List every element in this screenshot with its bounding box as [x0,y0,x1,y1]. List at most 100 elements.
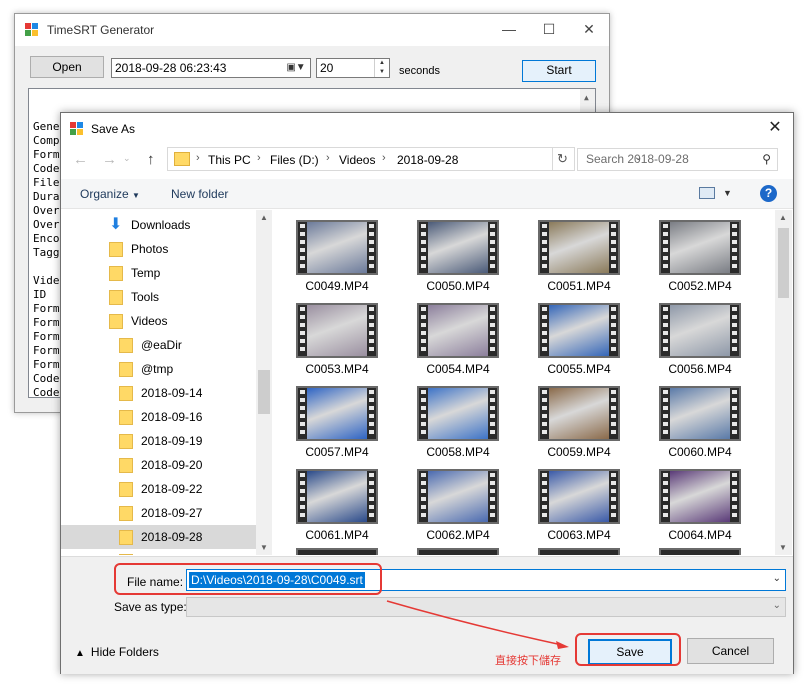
close-icon[interactable]: ✕ [569,14,609,44]
file-item[interactable]: C0049.MP4 [275,212,385,293]
nav-item-2018-09-28[interactable]: 2018-09-28 [61,525,256,549]
chevron-right-icon[interactable]: › [196,152,200,164]
nav-item-temp[interactable]: Temp [61,261,256,285]
back-arrow-icon[interactable]: ← [73,151,88,168]
file-item[interactable]: C0058.MP4 [396,378,506,459]
file-name: C0055.MP4 [547,362,611,376]
address-bar[interactable]: › This PC › Files (D:) › Videos › 2018-0… [167,147,642,171]
nav-item-label: Tools [131,290,160,304]
maximize-icon[interactable]: ☐ [529,14,569,44]
chevron-right-icon[interactable]: › [382,152,386,164]
scroll-up-icon[interactable]: ▲ [584,91,589,105]
nav-item-2018-09-19[interactable]: 2018-09-19 [61,429,256,453]
folder-icon [174,152,190,166]
start-button[interactable]: Start [522,60,596,82]
file-item[interactable]: C0057.MP4 [275,378,385,459]
change-view-icon[interactable] [699,187,715,199]
file-item[interactable]: C0060.MP4 [638,378,748,459]
recent-locations-icon[interactable]: ⌄ [123,153,131,164]
file-name: C0057.MP4 [305,445,369,459]
video-thumbnail-icon [296,548,378,555]
nav-scroll-thumb[interactable] [258,370,270,414]
nav-item-2018-09-22[interactable]: 2018-09-22 [61,477,256,501]
view-dropdown-icon[interactable]: ▼ [723,188,732,198]
file-item[interactable]: C0052.MP4 [638,212,748,293]
title-bar: TimeSRT Generator — ☐ ✕ [15,14,609,46]
refresh-icon[interactable]: ↻ [551,147,575,171]
file-item[interactable]: C0053.MP4 [275,295,385,376]
search-icon[interactable]: ⚲ [762,149,771,170]
nav-item-eadir[interactable]: @eaDir [61,333,256,357]
file-list[interactable]: C0049.MP4 C0050.MP4 C0051.MP4 C0052.MP4 C005… [273,210,793,555]
file-name: C0049.MP4 [305,279,369,293]
file-scrollbar[interactable]: ▲ ▼ [775,210,792,555]
nav-item-2018-09-27[interactable]: 2018-09-27 [61,501,256,525]
breadcrumb-2018-09-28[interactable]: 2018-09-28 [397,153,458,167]
chevron-right-icon[interactable]: › [257,152,261,164]
video-thumbnail-icon [659,548,741,555]
video-thumbnail-icon [659,220,741,275]
scroll-down-icon[interactable]: ▼ [260,543,268,552]
breadcrumb-videos[interactable]: Videos [339,153,375,167]
file-item[interactable]: C0050.MP4 [396,212,506,293]
video-thumbnail-icon [296,220,378,275]
nav-item-downloads[interactable]: ⬇ Downloads [61,213,256,237]
video-thumbnail-icon [417,386,499,441]
nav-item-2018-09-14[interactable]: 2018-09-14 [61,381,256,405]
file-item[interactable]: C0056.MP4 [638,295,748,376]
file-item[interactable]: C0061.MP4 [275,461,385,542]
file-item[interactable]: C0059.MP4 [517,378,627,459]
new-folder-button[interactable]: New folder [171,187,228,201]
nav-item-videos[interactable]: Videos [61,309,256,333]
scroll-up-icon[interactable]: ▲ [260,213,268,222]
save-as-type-dropdown-icon[interactable]: ⌄ [773,600,781,611]
datetime-picker[interactable]: 2018-09-28 06:23:43 ▣▼ [111,58,311,78]
nav-scrollbar[interactable]: ▲ ▼ [256,210,272,555]
nav-item-tools[interactable]: Tools [61,285,256,309]
file-item[interactable]: C0054.MP4 [396,295,506,376]
nav-item-2018-09-20[interactable]: 2018-09-20 [61,453,256,477]
video-thumbnail-icon [538,548,620,555]
scroll-up-icon[interactable]: ▲ [779,213,787,222]
help-icon[interactable]: ? [760,185,777,202]
nav-item-tmp[interactable]: @tmp [61,357,256,381]
minimize-icon[interactable]: — [489,14,529,44]
spin-arrows-icon[interactable]: ▲ ▼ [374,59,389,77]
folder-icon [109,290,123,305]
file-scroll-thumb[interactable] [778,228,789,298]
nav-item-label: @eaDir [141,338,182,352]
nav-item-2018-09-29[interactable]: 2018-09-29 [61,549,256,555]
folder-icon [119,458,133,473]
hide-folders-toggle[interactable]: ▲ Hide Folders [75,645,159,659]
breadcrumb-files-d[interactable]: Files (D:) [270,153,319,167]
file-item[interactable]: C0055.MP4 [517,295,627,376]
video-thumbnail-icon [538,386,620,441]
file-item[interactable]: C0051.MP4 [517,212,627,293]
dialog-title: Save As [91,122,136,136]
nav-item-2018-09-16[interactable]: 2018-09-16 [61,405,256,429]
file-name: C0062.MP4 [426,528,490,542]
navigation-pane[interactable]: ⬇ Downloads Photos Temp Tools Videos @eaDir @tm… [61,210,272,555]
search-input[interactable]: Search 2018-09-28 ⚲ [577,148,778,171]
nav-item-label: Downloads [131,218,191,232]
folder-icon [109,314,123,329]
organize-menu[interactable]: Organize ▼ [80,187,140,201]
file-item[interactable]: C0062.MP4 [396,461,506,542]
save-as-type-select[interactable]: ⌄ [186,597,786,617]
up-arrow-icon[interactable]: ↑ [147,151,155,168]
calendar-dropdown-icon[interactable]: ▣▼ [284,60,308,76]
dialog-close-icon[interactable]: ✕ [757,113,793,143]
nav-item-label: 2018-09-19 [141,434,203,448]
breadcrumb-this-pc[interactable]: This PC [208,153,251,167]
open-button[interactable]: Open [30,56,104,78]
chevron-right-icon[interactable]: › [326,152,330,164]
cancel-button[interactable]: Cancel [687,638,774,664]
forward-arrow-icon[interactable]: → [102,151,117,168]
scroll-down-icon[interactable]: ▼ [779,543,787,552]
file-item[interactable]: C0063.MP4 [517,461,627,542]
seconds-stepper[interactable]: 20 ▲ ▼ [316,58,390,78]
nav-item-photos[interactable]: Photos [61,237,256,261]
file-item[interactable]: C0064.MP4 [638,461,748,542]
folder-icon [119,506,133,521]
file-name-dropdown-icon[interactable]: ⌄ [773,573,781,584]
